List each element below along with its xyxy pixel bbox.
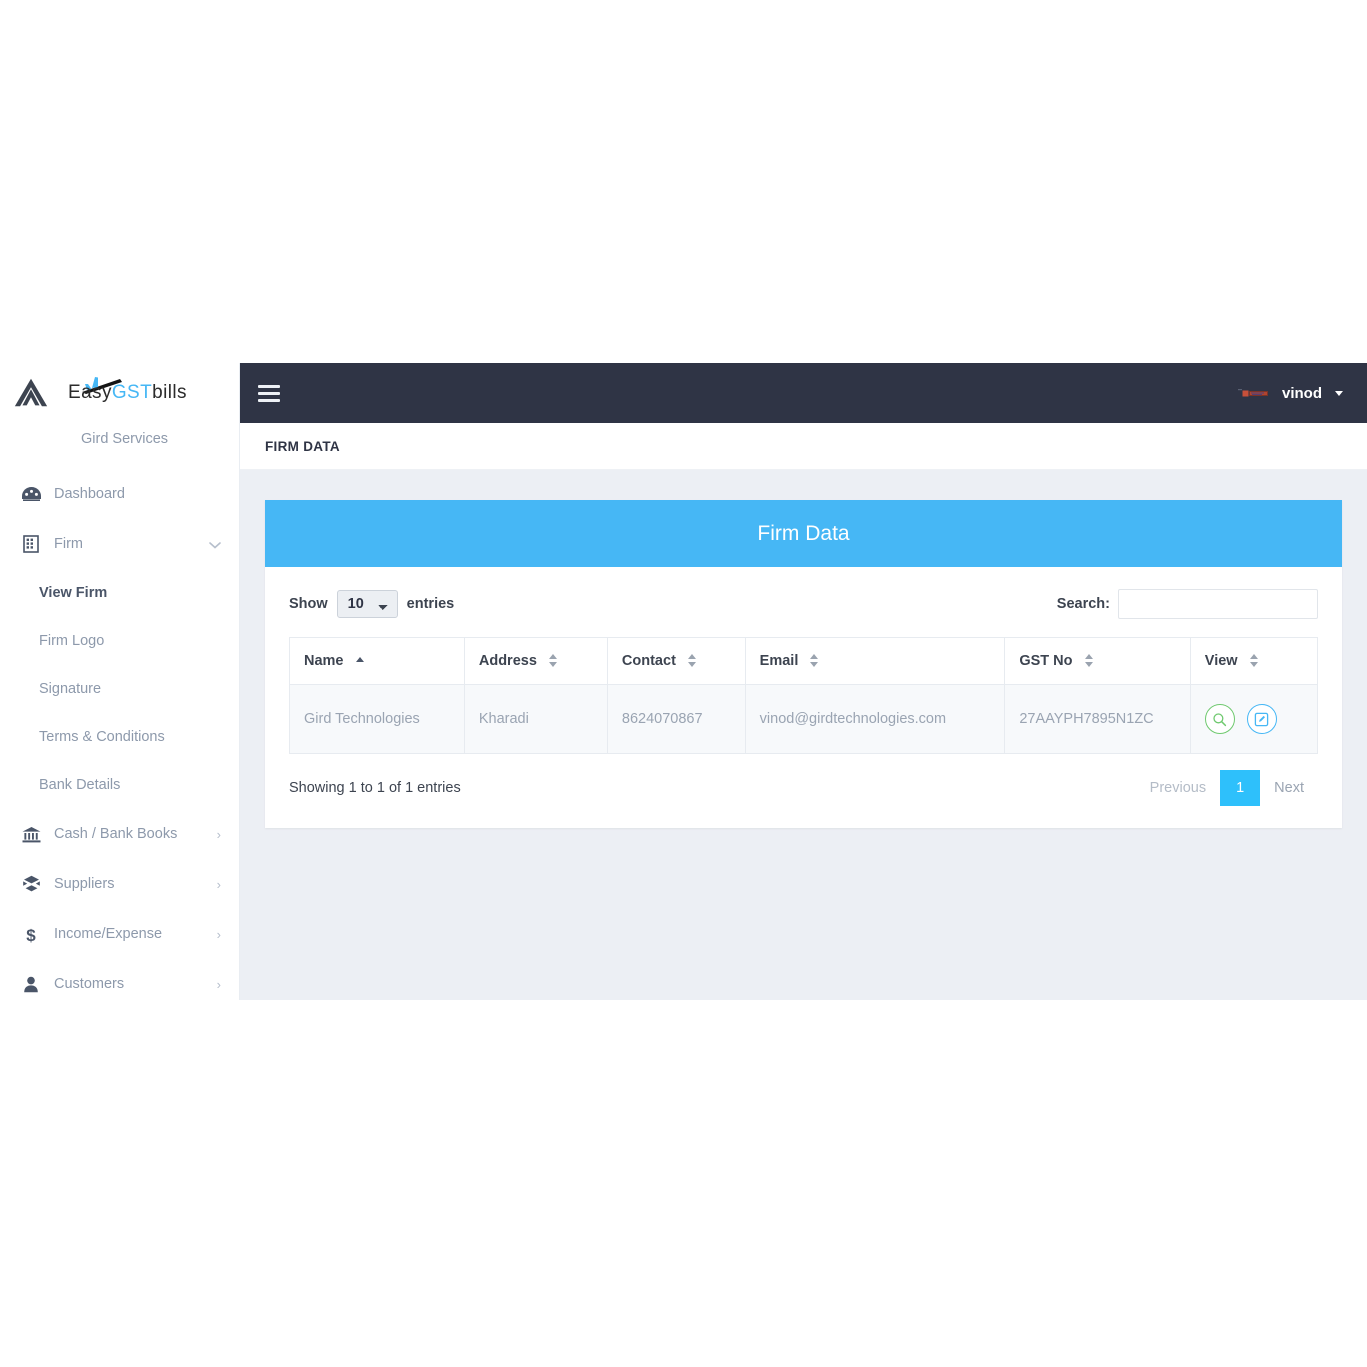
user-icon (20, 974, 42, 994)
brand-text: EasyGSTbills (68, 382, 187, 404)
pagination-next-button[interactable]: Next (1260, 771, 1318, 805)
search-input[interactable] (1118, 589, 1318, 619)
entries-label: entries (406, 596, 455, 612)
edit-record-button[interactable] (1246, 704, 1277, 734)
magnifier-icon (1213, 712, 1227, 726)
column-header-name[interactable]: Name (289, 637, 465, 685)
sidebar-item-label: Income/Expense (54, 926, 163, 942)
table-search-control: Search: (1057, 589, 1318, 619)
chevron-right-icon: › (216, 826, 221, 842)
sidebar-item-label: Firm (54, 536, 83, 552)
sidebar-item-label: Suppliers (54, 876, 115, 892)
content-canvas: Firm Data Show 10 25 50 100 entries (240, 470, 1367, 1000)
sidebar-subitem-label: View Firm (39, 585, 108, 601)
pagination-page-1-button[interactable]: 1 (1220, 770, 1261, 806)
table-header-row: Name Address Contact Email GST No View (289, 637, 1319, 685)
sidebar-subitem-label: Terms & Conditions (39, 729, 165, 745)
sidebar-item-terms-conditions[interactable]: Terms & Conditions (0, 713, 239, 761)
sidebar-item-firm[interactable]: Firm (0, 519, 239, 569)
sidebar-item-firm-logo[interactable]: Firm Logo (0, 617, 239, 665)
entries-per-page-select[interactable]: 10 25 50 100 (336, 590, 398, 618)
chevron-right-icon: › (216, 876, 221, 892)
firm-data-card: Firm Data Show 10 25 50 100 entries (265, 500, 1342, 828)
brand-word-gst: GST (111, 382, 153, 403)
sidebar-subitem-label: Firm Logo (39, 633, 105, 649)
cell-name: Gird Technologies (289, 684, 465, 754)
svg-text:$: $ (26, 926, 36, 944)
hamburger-menu-icon[interactable] (258, 384, 280, 402)
pagination-previous-button[interactable]: Previous (1136, 771, 1220, 805)
user-name-label: vinod (1282, 384, 1322, 402)
pagination: Previous 1 Next (1136, 770, 1318, 806)
card-title: Firm Data (265, 500, 1342, 567)
sidebar-item-label: Customers (54, 976, 125, 992)
page-title: FIRM DATA (265, 438, 340, 454)
column-header-gst-no[interactable]: GST No (1004, 637, 1191, 685)
show-label: Show (289, 596, 328, 612)
column-header-email[interactable]: Email (744, 637, 1006, 685)
sort-icon (1249, 654, 1259, 667)
card-body: Show 10 25 50 100 entries Search: (265, 567, 1342, 828)
broken-image-icon (1238, 388, 1268, 396)
sidebar-item-cash-bank-books[interactable]: Cash / Bank Books › (0, 809, 239, 859)
sidebar-firm-name: Gird Services (80, 431, 169, 447)
sidebar-item-view-firm[interactable]: View Firm (0, 569, 239, 617)
topbar-user-menu[interactable]: vinod (1238, 385, 1343, 402)
sidebar: EasyGSTbills Gird Services Dashboard Fir… (0, 363, 240, 1000)
box-icon (20, 874, 42, 894)
cell-email: vinod@girdtechnologies.com (744, 684, 1006, 754)
sidebar-item-customers[interactable]: Customers › (0, 959, 239, 1000)
sort-icon (548, 654, 558, 667)
building-icon (20, 534, 42, 554)
dollar-icon: $ (20, 924, 42, 944)
cell-actions (1189, 684, 1319, 754)
sort-ascending-icon (355, 654, 365, 667)
sort-icon (810, 654, 819, 667)
sidebar-subitem-label: Bank Details (39, 777, 121, 793)
brand-word-bills: bills (152, 382, 187, 403)
sidebar-item-bank-details[interactable]: Bank Details (0, 761, 239, 809)
main-content: vinod FIRM DATA Firm Data Show 10 25 (240, 363, 1367, 1000)
column-header-contact[interactable]: Contact (606, 637, 746, 685)
dashboard-gauge-icon (20, 484, 42, 504)
column-header-view[interactable]: View (1189, 637, 1319, 685)
cell-address: Kharadi (463, 684, 608, 754)
cell-gst-no: 27AAYPH7895N1ZC (1004, 684, 1191, 754)
chevron-right-icon: › (216, 926, 221, 942)
chevron-down-icon (209, 538, 221, 551)
topbar: vinod (240, 363, 1367, 423)
sidebar-item-label: Dashboard (54, 486, 125, 502)
caret-down-icon (1335, 390, 1343, 396)
cell-contact: 8624070867 (606, 684, 746, 754)
sidebar-item-income-expense[interactable]: $ Income/Expense › (0, 909, 239, 959)
app-window: EasyGSTbills Gird Services Dashboard Fir… (0, 363, 1367, 1000)
chevron-right-icon: › (216, 976, 221, 992)
brand-logo[interactable]: EasyGSTbills (0, 363, 239, 423)
table-length-control: Show 10 25 50 100 entries (289, 590, 454, 618)
brand-word-easy: Easy (68, 382, 112, 403)
sidebar-item-label: Cash / Bank Books (54, 826, 178, 842)
sidebar-item-signature[interactable]: Signature (0, 665, 239, 713)
page-header: FIRM DATA (240, 423, 1367, 470)
table-controls: Show 10 25 50 100 entries Search: (289, 589, 1318, 619)
pencil-square-icon (1255, 712, 1269, 726)
sidebar-nav: Dashboard Firm View Firm Firm Logo Signa… (0, 465, 239, 1000)
sort-icon (687, 654, 697, 667)
bank-icon (20, 824, 42, 844)
column-header-address[interactable]: Address (463, 637, 608, 685)
sort-icon (1084, 654, 1094, 667)
view-record-button[interactable] (1204, 704, 1235, 734)
sidebar-item-dashboard[interactable]: Dashboard (0, 469, 239, 519)
sidebar-subitem-label: Signature (39, 681, 102, 697)
table-footer: Showing 1 to 1 of 1 entries Previous 1 N… (289, 770, 1318, 806)
search-label: Search: (1056, 596, 1110, 612)
triangle-a-logo-icon (14, 378, 48, 407)
table-info: Showing 1 to 1 of 1 entries (289, 780, 461, 796)
firm-data-table: Name Address Contact Email GST No View G… (289, 637, 1319, 754)
table-row: Gird Technologies Kharadi 8624070867 vin… (289, 684, 1319, 754)
sidebar-item-suppliers[interactable]: Suppliers › (0, 859, 239, 909)
